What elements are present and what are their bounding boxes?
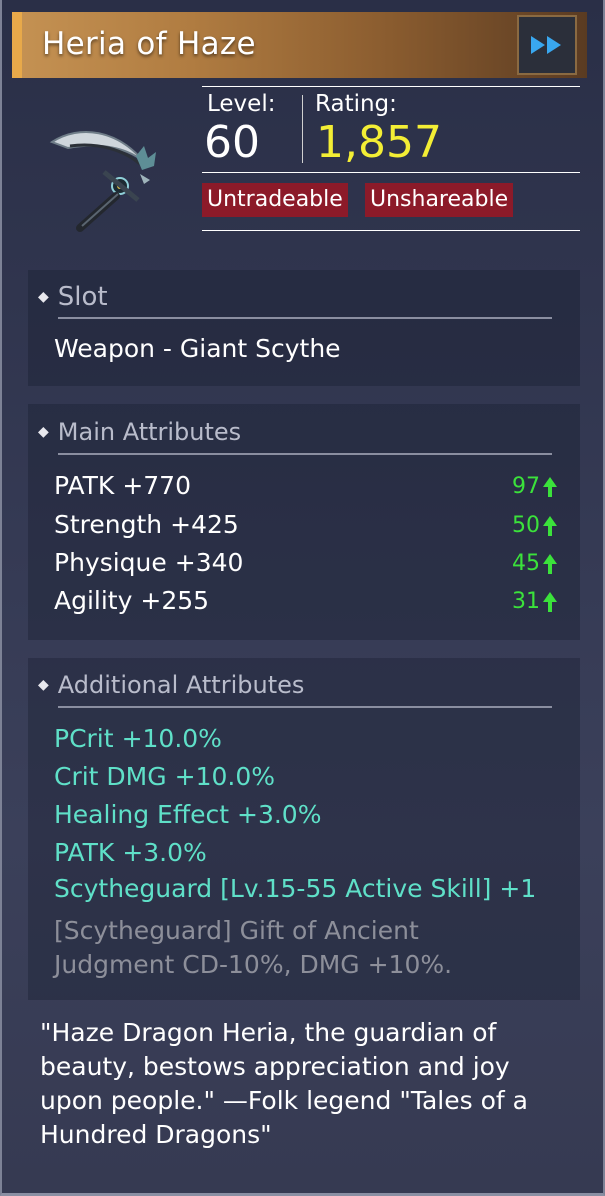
arrow-up-icon bbox=[543, 515, 557, 536]
diamond-bullet-icon: ◆ bbox=[38, 289, 49, 305]
main-attributes-section: ◆ Main Attributes PATK +770 97 Strength +42… bbox=[28, 404, 580, 640]
additional-attribute-row: PCrit +10.0% bbox=[54, 724, 222, 753]
additional-attribute-row: PATK +3.0% bbox=[54, 838, 207, 867]
arrow-up-icon bbox=[543, 476, 557, 497]
rating-value: 1,857 bbox=[316, 117, 442, 168]
slot-value: Weapon - Giant Scythe bbox=[54, 334, 341, 363]
attribute-row: Agility +255 bbox=[54, 586, 210, 615]
attribute-row: Strength +425 bbox=[54, 510, 239, 539]
attribute-row: Physique +340 bbox=[54, 548, 244, 577]
additional-attributes-section: ◆ Additional Attributes PCrit +10.0% Crit … bbox=[28, 658, 580, 1000]
item-stats-block: Level: 60 Rating: 1,857 Untradeable Unsh… bbox=[202, 86, 580, 231]
rating-label: Rating: bbox=[315, 91, 397, 117]
diamond-bullet-icon: ◆ bbox=[38, 424, 49, 440]
unshareable-badge: Unshareable bbox=[365, 183, 514, 217]
attribute-score: 97 bbox=[512, 474, 558, 499]
additional-attribute-row: Healing Effect +3.0% bbox=[54, 800, 322, 829]
section-divider bbox=[58, 453, 552, 455]
additional-attributes-heading: ◆ Additional Attributes bbox=[38, 671, 305, 699]
attribute-score: 31 bbox=[512, 589, 558, 614]
inactive-skill-note: [Scytheguard] Gift of Ancient Judgment C… bbox=[54, 916, 453, 979]
stats-divider bbox=[302, 95, 303, 163]
attribute-score: 50 bbox=[512, 513, 558, 538]
diamond-bullet-icon: ◆ bbox=[38, 677, 49, 693]
additional-attribute-row: Scytheguard [Lv.15-55 Active Skill] +1 bbox=[54, 874, 537, 903]
attribute-score: 45 bbox=[512, 551, 558, 576]
title-bar: Heria of Haze bbox=[12, 12, 587, 78]
item-title: Heria of Haze bbox=[42, 26, 256, 62]
flavor-text: "Haze Dragon Heria, the guardian of beau… bbox=[40, 1018, 528, 1149]
additional-attribute-row: Crit DMG +10.0% bbox=[54, 762, 275, 791]
giant-scythe-icon bbox=[49, 130, 156, 232]
slot-section: ◆ Slot Weapon - Giant Scythe bbox=[28, 270, 580, 386]
item-tooltip: Heria of Haze Level: 60 Rating: 1,857 Un… bbox=[0, 0, 605, 1196]
untradeable-badge: Untradeable bbox=[202, 183, 348, 217]
level-value: 60 bbox=[204, 117, 260, 168]
fast-forward-button[interactable] bbox=[517, 15, 577, 75]
arrow-up-icon bbox=[543, 553, 557, 574]
arrow-up-icon bbox=[543, 591, 557, 612]
attribute-row: PATK +770 bbox=[54, 471, 191, 500]
section-divider bbox=[58, 706, 552, 708]
main-attributes-heading: ◆ Main Attributes bbox=[38, 418, 242, 446]
section-divider bbox=[58, 317, 552, 319]
fast-forward-icon bbox=[531, 36, 561, 54]
level-label: Level: bbox=[207, 91, 276, 117]
slot-heading: ◆ Slot bbox=[38, 282, 108, 312]
stats-bottom-separator bbox=[202, 230, 580, 231]
item-icon bbox=[40, 100, 170, 240]
stats-separator bbox=[202, 172, 580, 173]
